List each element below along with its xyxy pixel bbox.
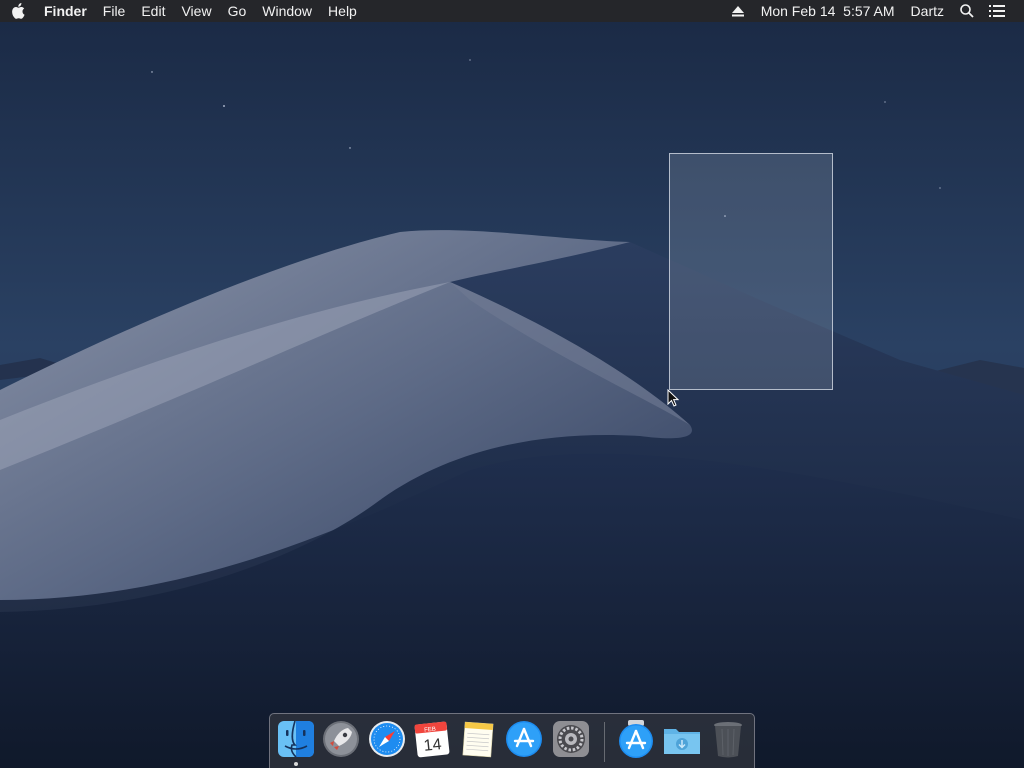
dock-system-preferences[interactable]: [551, 719, 591, 759]
finder-icon: [278, 720, 314, 758]
dock-app-store[interactable]: [504, 719, 544, 759]
eject-icon[interactable]: [723, 0, 753, 22]
finder-running-indicator: [294, 762, 298, 766]
menu-view[interactable]: View: [173, 0, 219, 22]
calendar-month: FEB: [424, 727, 436, 734]
dock: FEB 14: [269, 713, 755, 768]
apple-logo-icon[interactable]: [0, 0, 36, 22]
menu-help[interactable]: Help: [320, 0, 365, 22]
calendar-day: 14: [423, 736, 443, 755]
mouse-cursor-icon: [667, 389, 679, 407]
system-preferences-icon: [553, 721, 589, 757]
app-store-icon: [506, 721, 542, 757]
menu-file[interactable]: File: [95, 0, 134, 22]
user-menu[interactable]: Dartz: [903, 0, 952, 22]
selection-rectangle: [669, 153, 833, 390]
dock-safari[interactable]: [367, 719, 407, 759]
downloads-folder-icon: [664, 729, 700, 754]
dock-app-installer[interactable]: [616, 719, 656, 759]
dock-downloads[interactable]: [662, 719, 702, 759]
safari-icon: [369, 721, 405, 757]
notes-icon: [462, 721, 494, 758]
menu-go[interactable]: Go: [220, 0, 255, 22]
calendar-icon: FEB 14: [414, 721, 450, 758]
menu-bar: Finder File Edit View Go Window Help Mon…: [0, 0, 1024, 22]
spotlight-search-icon[interactable]: [952, 0, 982, 22]
desktop[interactable]: Finder File Edit View Go Window Help Mon…: [0, 0, 1024, 768]
notification-center-icon[interactable]: [982, 0, 1012, 22]
wallpaper: [0, 0, 1024, 768]
clock[interactable]: Mon Feb 14 5:57 AM: [753, 0, 903, 22]
menu-app-finder[interactable]: Finder: [36, 0, 95, 22]
dock-notes[interactable]: [458, 719, 498, 759]
dock-calendar[interactable]: FEB 14: [412, 719, 452, 759]
menu-edit[interactable]: Edit: [133, 0, 173, 22]
dock-finder[interactable]: [276, 719, 316, 759]
dock-separator: [604, 722, 605, 762]
trash-icon: [714, 722, 742, 758]
dock-launchpad[interactable]: [321, 719, 361, 759]
menu-window[interactable]: Window: [254, 0, 320, 22]
dock-trash[interactable]: [708, 719, 748, 759]
app-installer-icon: [619, 720, 653, 758]
launchpad-icon: [323, 721, 359, 757]
